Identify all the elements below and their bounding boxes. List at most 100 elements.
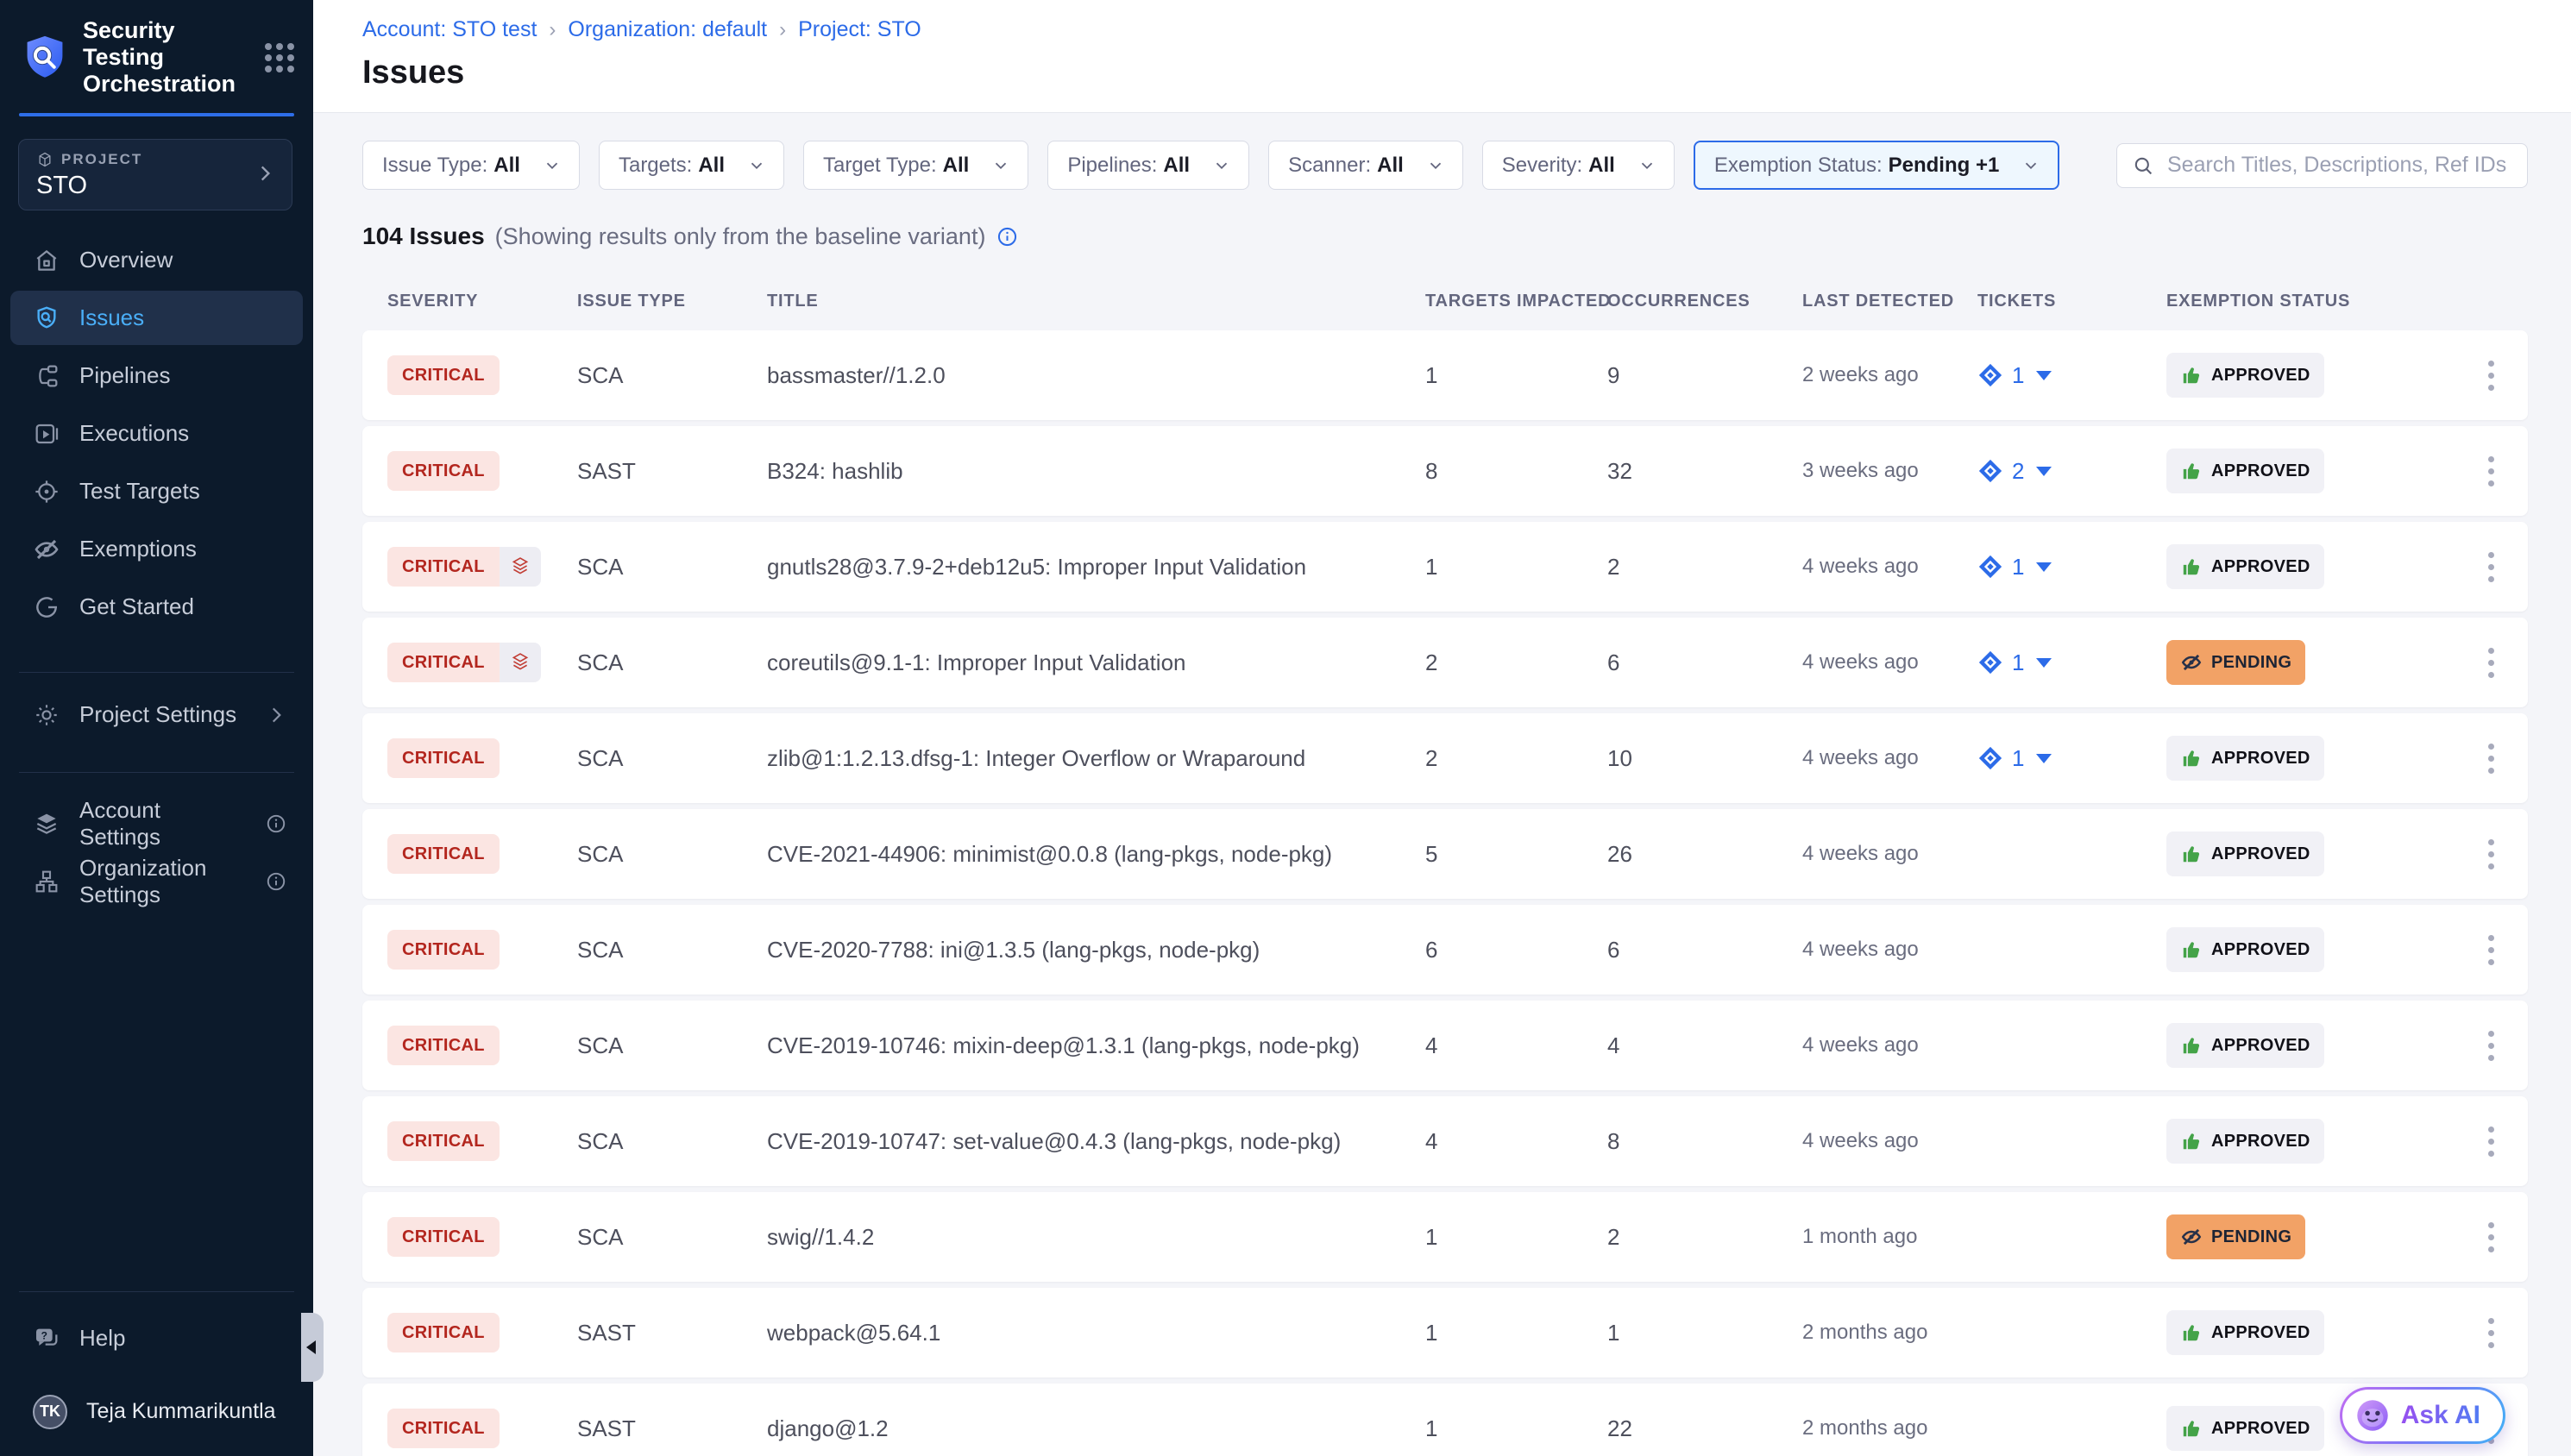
stacked-layers-icon [500, 643, 541, 682]
module-grid-icon[interactable] [265, 43, 294, 72]
exemption-cell: APPROVED [2166, 544, 2468, 589]
sidebar-item-executions[interactable]: Executions [10, 406, 303, 461]
row-menu-button[interactable] [2474, 643, 2508, 683]
sidebar-item-overview[interactable]: Overview [10, 233, 303, 287]
filter-severity[interactable]: Severity:All [1482, 141, 1675, 190]
table-row[interactable]: CRITICALSCAswig//1.4.2121 month agoPENDI… [362, 1192, 2528, 1282]
ticket-count[interactable]: 1 [2012, 362, 2024, 389]
table-row[interactable]: CRITICALSASTB324: hashlib8323 weeks ago2… [362, 426, 2528, 516]
breadcrumb-link-organization[interactable]: Organization: default [568, 17, 767, 42]
ticket-dropdown-caret-icon[interactable] [2036, 562, 2052, 572]
ticket-count[interactable]: 2 [2012, 458, 2024, 485]
table-row[interactable]: CRITICALSCAgnutls28@3.7.9-2+deb12u5: Imp… [362, 522, 2528, 612]
search-input[interactable] [2167, 153, 2513, 178]
jira-ticket-icon[interactable] [1977, 554, 2003, 580]
filter-scanner[interactable]: Scanner:All [1268, 141, 1463, 190]
row-menu-button[interactable] [2474, 1121, 2508, 1162]
ticket-dropdown-caret-icon[interactable] [2036, 754, 2052, 763]
severity-cell: CRITICAL [387, 643, 577, 682]
ticket-dropdown-caret-icon[interactable] [2036, 658, 2052, 668]
sidebar-item-label: Help [79, 1325, 125, 1352]
thumbs-up-icon [2180, 1130, 2203, 1152]
table-row[interactable]: CRITICALSCAcoreutils@9.1-1: Improper Inp… [362, 618, 2528, 707]
issue-title: zlib@1:1.2.13.dfsg-1: Integer Overflow o… [767, 745, 1425, 772]
info-icon[interactable] [996, 225, 1019, 248]
filter-exemption-status[interactable]: Exemption Status:Pending +1 [1694, 141, 2059, 190]
breadcrumb-link-project[interactable]: Project: STO [798, 17, 921, 42]
sidebar-item-get-started[interactable]: Get Started [10, 580, 303, 634]
ticket-count[interactable]: 1 [2012, 554, 2024, 581]
jira-ticket-icon[interactable] [1977, 650, 2003, 675]
table-row[interactable]: CRITICALSASTdjango@1.21222 months agoAPP… [362, 1384, 2528, 1456]
last-detected: 2 months ago [1802, 1416, 1977, 1440]
breadcrumb-link-account[interactable]: Account: STO test [362, 17, 537, 42]
issue-type: SAST [577, 458, 767, 485]
sidebar-item-pipelines[interactable]: Pipelines [10, 348, 303, 403]
ticket-count[interactable]: 1 [2012, 745, 2024, 772]
info-icon[interactable] [265, 813, 287, 835]
exemption-cell: PENDING [2166, 640, 2468, 685]
project-selector[interactable]: PROJECT STO [18, 139, 292, 210]
sidebar-item-label: Project Settings [79, 701, 236, 728]
divider [19, 672, 294, 673]
jira-ticket-icon[interactable] [1977, 745, 2003, 771]
jira-ticket-icon[interactable] [1977, 362, 2003, 388]
filter-targets[interactable]: Targets:All [599, 141, 784, 190]
exemption-cell: APPROVED [2166, 927, 2468, 972]
table-row[interactable]: CRITICALSCACVE-2019-10747: set-value@0.4… [362, 1096, 2528, 1186]
table-row[interactable]: CRITICALSCACVE-2020-7788: ini@1.3.5 (lan… [362, 905, 2528, 995]
occurrences: 1 [1607, 1320, 1802, 1346]
table-row[interactable]: CRITICALSCAzlib@1:1.2.13.dfsg-1: Integer… [362, 713, 2528, 803]
row-menu-button[interactable] [2474, 547, 2508, 587]
severity-badge: CRITICAL [387, 547, 500, 587]
exemption-cell: APPROVED [2166, 736, 2468, 781]
row-menu-button[interactable] [2474, 451, 2508, 492]
sidebar-item-label: Get Started [79, 593, 194, 620]
table-row[interactable]: CRITICALSASTwebpack@5.64.1112 months ago… [362, 1288, 2528, 1378]
issue-title: B324: hashlib [767, 458, 1425, 485]
table-row[interactable]: CRITICALSCAbassmaster//1.2.0192 weeks ag… [362, 330, 2528, 420]
sidebar-item-exemptions[interactable]: Exemptions [10, 522, 303, 576]
ask-ai-button[interactable]: Ask AI [2340, 1387, 2505, 1444]
row-menu-button[interactable] [2474, 1026, 2508, 1066]
info-icon[interactable] [265, 870, 287, 893]
sidebar-item-organization-settings[interactable]: Organization Settings [10, 854, 303, 908]
issue-title: webpack@5.64.1 [767, 1320, 1425, 1346]
filter-issue-type[interactable]: Issue Type:All [362, 141, 580, 190]
sidebar-item-account-settings[interactable]: Account Settings [10, 796, 303, 850]
ticket-count[interactable]: 1 [2012, 650, 2024, 676]
home-icon [33, 247, 60, 274]
jira-ticket-icon[interactable] [1977, 458, 2003, 484]
breadcrumb-separator-icon: › [779, 18, 786, 42]
sidebar-collapse-handle[interactable] [301, 1313, 324, 1382]
sidebar-item-test-targets[interactable]: Test Targets [10, 464, 303, 518]
exemption-status-badge: PENDING [2166, 640, 2305, 685]
sidebar-item-project-settings[interactable]: Project Settings [10, 687, 303, 742]
filter-toolbar: Issue Type:All Targets:All Target Type:All… [362, 141, 2528, 190]
ticket-dropdown-caret-icon[interactable] [2036, 371, 2052, 380]
sidebar-item-help[interactable]: ? Help [10, 1311, 303, 1365]
user-menu[interactable]: TK Teja Kummarikuntla [10, 1384, 303, 1439]
row-menu-button[interactable] [2474, 738, 2508, 779]
breadcrumb-separator-icon: › [549, 18, 556, 42]
ticket-dropdown-caret-icon[interactable] [2036, 467, 2052, 476]
row-menu-button[interactable] [2474, 1217, 2508, 1258]
exemption-status-badge: APPROVED [2166, 1310, 2324, 1355]
table-row[interactable]: CRITICALSCACVE-2021-44906: minimist@0.0.… [362, 809, 2528, 899]
exemption-cell: PENDING [2166, 1214, 2468, 1259]
filter-label: Pipelines: [1067, 154, 1157, 178]
severity-cell: CRITICAL [387, 1121, 577, 1161]
filter-target-type[interactable]: Target Type:All [803, 141, 1028, 190]
issue-title: gnutls28@3.7.9-2+deb12u5: Improper Input… [767, 554, 1425, 581]
sidebar-header: Security Testing Orchestration [0, 0, 313, 113]
row-menu-button[interactable] [2474, 930, 2508, 970]
tickets-cell: 2 [1977, 458, 2166, 485]
exemption-status-badge: APPROVED [2166, 1406, 2324, 1451]
sidebar-item-issues[interactable]: Issues [10, 291, 303, 345]
row-menu-button[interactable] [2474, 1313, 2508, 1353]
row-menu-button[interactable] [2474, 834, 2508, 875]
breadcrumb: Account: STO test › Organization: default ›… [362, 17, 2528, 42]
filter-pipelines[interactable]: Pipelines:All [1047, 141, 1249, 190]
row-menu-button[interactable] [2474, 355, 2508, 396]
table-row[interactable]: CRITICALSCACVE-2019-10746: mixin-deep@1.… [362, 1001, 2528, 1090]
